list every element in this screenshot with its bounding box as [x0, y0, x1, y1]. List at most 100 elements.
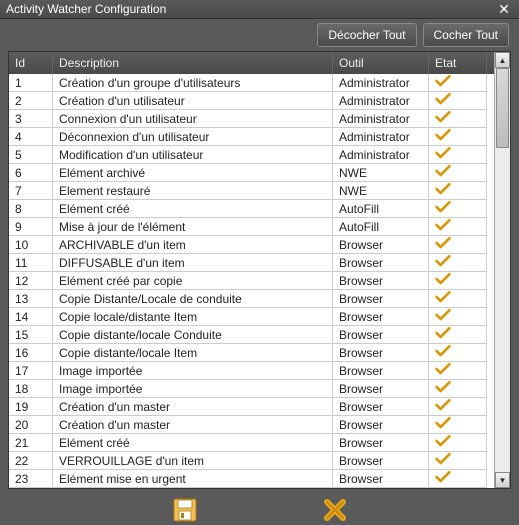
table-row[interactable]: 2Création d'un utilisateurAdministrator	[9, 92, 494, 110]
cell-description: Element restauré	[53, 182, 333, 200]
header-state[interactable]: Etat	[429, 52, 487, 74]
check-icon[interactable]	[435, 470, 451, 487]
check-icon[interactable]	[435, 110, 451, 127]
cell-state[interactable]	[429, 272, 487, 290]
table-row[interactable]: 12Elément créé par copieBrowser	[9, 272, 494, 290]
table-row[interactable]: 22VERROUILLAGE d'un itemBrowser	[9, 452, 494, 470]
check-icon[interactable]	[435, 218, 451, 235]
check-icon[interactable]	[435, 128, 451, 145]
table-row[interactable]: 15Copie distante/locale ConduiteBrowser	[9, 326, 494, 344]
scroll-thumb[interactable]	[496, 68, 509, 148]
check-icon[interactable]	[435, 254, 451, 271]
cell-state[interactable]	[429, 164, 487, 182]
cell-tool: Browser	[333, 344, 429, 362]
save-button[interactable]	[170, 495, 200, 525]
check-all-button[interactable]: Cocher Tout	[423, 23, 509, 47]
header-id[interactable]: Id	[9, 52, 53, 74]
cell-tool: Browser	[333, 452, 429, 470]
grid-header: Id Description Outil Etat	[9, 52, 494, 74]
check-icon[interactable]	[435, 182, 451, 199]
cell-state[interactable]	[429, 452, 487, 470]
cell-state[interactable]	[429, 380, 487, 398]
table-row[interactable]: 17Image importéeBrowser	[9, 362, 494, 380]
cell-state[interactable]	[429, 128, 487, 146]
cancel-button[interactable]	[320, 495, 350, 525]
table-row[interactable]: 13Copie Distante/Locale de conduiteBrows…	[9, 290, 494, 308]
cell-state[interactable]	[429, 434, 487, 452]
table-row[interactable]: 11DIFFUSABLE d'un itemBrowser	[9, 254, 494, 272]
cell-tool: Browser	[333, 398, 429, 416]
cell-description: Création d'un master	[53, 416, 333, 434]
table-row[interactable]: 10ARCHIVABLE d'un itemBrowser	[9, 236, 494, 254]
table-row[interactable]: 19Création d'un masterBrowser	[9, 398, 494, 416]
table-row[interactable]: 18Image importéeBrowser	[9, 380, 494, 398]
table-row[interactable]: 16Copie distante/locale ItemBrowser	[9, 344, 494, 362]
check-icon[interactable]	[435, 452, 451, 469]
check-icon[interactable]	[435, 74, 451, 91]
check-icon[interactable]	[435, 290, 451, 307]
cell-state[interactable]	[429, 110, 487, 128]
cell-id: 18	[9, 380, 53, 398]
scroll-up-button[interactable]: ▲	[495, 52, 510, 68]
cancel-icon	[322, 497, 348, 523]
check-icon[interactable]	[435, 308, 451, 325]
check-icon[interactable]	[435, 272, 451, 289]
cell-state[interactable]	[429, 218, 487, 236]
cell-state[interactable]	[429, 92, 487, 110]
cell-state[interactable]	[429, 326, 487, 344]
check-icon[interactable]	[435, 416, 451, 433]
cell-description: ARCHIVABLE d'un item	[53, 236, 333, 254]
footer	[0, 495, 519, 525]
table-row[interactable]: 5Modification d'un utilisateurAdministra…	[9, 146, 494, 164]
cell-state[interactable]	[429, 200, 487, 218]
cell-tool: Browser	[333, 434, 429, 452]
check-icon[interactable]	[435, 146, 451, 163]
cell-tool: Browser	[333, 254, 429, 272]
cell-state[interactable]	[429, 398, 487, 416]
cell-description: VERROUILLAGE d'un item	[53, 452, 333, 470]
scroll-track[interactable]	[495, 68, 510, 472]
vertical-scrollbar[interactable]: ▲ ▼	[494, 52, 510, 488]
table-row[interactable]: 21Elément crééBrowser	[9, 434, 494, 452]
cell-state[interactable]	[429, 74, 487, 92]
header-description[interactable]: Description	[53, 52, 333, 74]
table-row[interactable]: 1Création d'un groupe d'utilisateursAdmi…	[9, 74, 494, 92]
check-icon[interactable]	[435, 434, 451, 451]
scroll-down-button[interactable]: ▼	[495, 472, 510, 488]
cell-state[interactable]	[429, 470, 487, 488]
cell-state[interactable]	[429, 290, 487, 308]
check-icon[interactable]	[435, 236, 451, 253]
save-icon	[172, 497, 198, 523]
cell-state[interactable]	[429, 416, 487, 434]
uncheck-all-button[interactable]: Décocher Tout	[317, 23, 416, 47]
cell-state[interactable]	[429, 236, 487, 254]
cell-state[interactable]	[429, 344, 487, 362]
check-icon[interactable]	[435, 380, 451, 397]
cell-id: 14	[9, 308, 53, 326]
table-row[interactable]: 6Elément archivéNWE	[9, 164, 494, 182]
table-row[interactable]: 3Connexion d'un utilisateurAdministrator	[9, 110, 494, 128]
cell-state[interactable]	[429, 308, 487, 326]
table-row[interactable]: 23Elément mise en urgentBrowser	[9, 470, 494, 488]
header-tool[interactable]: Outil	[333, 52, 429, 74]
check-icon[interactable]	[435, 362, 451, 379]
cell-id: 10	[9, 236, 53, 254]
check-icon[interactable]	[435, 398, 451, 415]
cell-state[interactable]	[429, 146, 487, 164]
table-row[interactable]: 4Déconnexion d'un utilisateurAdministrat…	[9, 128, 494, 146]
cell-tool: Browser	[333, 416, 429, 434]
table-row[interactable]: 14Copie locale/distante ItemBrowser	[9, 308, 494, 326]
check-icon[interactable]	[435, 164, 451, 181]
cell-state[interactable]	[429, 254, 487, 272]
cell-state[interactable]	[429, 362, 487, 380]
check-icon[interactable]	[435, 344, 451, 361]
table-row[interactable]: 9Mise à jour de l'élémentAutoFill	[9, 218, 494, 236]
cell-state[interactable]	[429, 182, 487, 200]
table-row[interactable]: 20Création d'un masterBrowser	[9, 416, 494, 434]
close-icon[interactable]: ✕	[495, 0, 513, 18]
table-row[interactable]: 8Elément crééAutoFill	[9, 200, 494, 218]
check-icon[interactable]	[435, 200, 451, 217]
check-icon[interactable]	[435, 92, 451, 109]
table-row[interactable]: 7Element restauréNWE	[9, 182, 494, 200]
check-icon[interactable]	[435, 326, 451, 343]
